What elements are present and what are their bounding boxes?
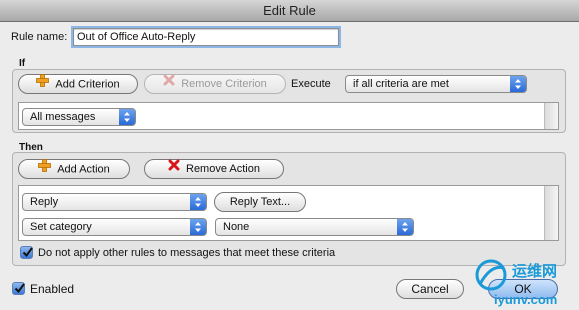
enabled-label: Enabled: [30, 282, 75, 296]
updown-arrows-icon: [190, 194, 206, 210]
updown-arrows-icon: [119, 109, 135, 125]
checkmark-icon: [14, 283, 25, 294]
remove-criterion-button[interactable]: Remove Criterion: [144, 74, 286, 94]
action-value-reply: Reply: [30, 196, 59, 208]
cancel-label: Cancel: [411, 282, 449, 296]
add-action-label: Add Action: [57, 163, 110, 176]
plus-icon: [36, 74, 50, 93]
watermark-logo: [474, 258, 508, 292]
criterion-select[interactable]: All messages: [22, 108, 136, 126]
stop-rules-checkbox[interactable]: [20, 246, 33, 259]
action-select-reply[interactable]: Reply: [22, 193, 207, 211]
enabled-checkbox[interactable]: [12, 282, 25, 295]
updown-arrows-icon: [190, 219, 206, 235]
action-select-set-category[interactable]: Set category: [22, 218, 207, 236]
dialog-body: Rule name: If Add Criterion Remove Crite…: [0, 22, 579, 310]
rule-name-label: Rule name:: [11, 31, 68, 43]
remove-criterion-label: Remove Criterion: [181, 78, 267, 90]
execute-label: Execute: [291, 78, 331, 90]
remove-action-button[interactable]: Remove Action: [144, 159, 284, 179]
checkmark-icon: [22, 247, 33, 258]
remove-x-icon: [168, 159, 180, 177]
category-value: None: [223, 221, 250, 233]
execute-condition-select[interactable]: if all criteria are met: [345, 75, 527, 93]
watermark-site-cn: 运维网: [512, 263, 558, 280]
add-criterion-button[interactable]: Add Criterion: [18, 74, 138, 94]
cancel-button[interactable]: Cancel: [396, 279, 464, 299]
plus-icon: [38, 159, 52, 178]
updown-arrows-icon: [510, 76, 526, 92]
updown-arrows-icon: [397, 219, 413, 235]
criteria-list: All messages: [18, 102, 559, 130]
remove-x-icon: [163, 74, 175, 92]
remove-action-label: Remove Action: [186, 163, 260, 175]
stop-rules-label: Do not apply other rules to messages tha…: [38, 247, 336, 259]
watermark-site-url: iyunv.com: [494, 292, 558, 307]
if-heading: If: [19, 58, 26, 69]
reply-text-label: Reply Text...: [229, 196, 291, 208]
execute-condition-value: if all criteria are met: [353, 78, 449, 90]
actions-list: Reply Reply Text... Set category None: [18, 185, 559, 241]
action-value-set-category: Set category: [30, 221, 92, 233]
window-title: Edit Rule: [263, 3, 316, 18]
reply-text-button[interactable]: Reply Text...: [214, 192, 306, 212]
add-criterion-label: Add Criterion: [55, 78, 120, 91]
rule-name-input[interactable]: [73, 28, 339, 46]
actions-scrollbar[interactable]: [544, 186, 558, 240]
window-title-bar: Edit Rule: [0, 0, 579, 22]
criteria-scrollbar[interactable]: [544, 103, 558, 129]
criterion-value: All messages: [30, 111, 96, 123]
add-action-button[interactable]: Add Action: [18, 159, 130, 179]
category-select[interactable]: None: [215, 218, 414, 236]
